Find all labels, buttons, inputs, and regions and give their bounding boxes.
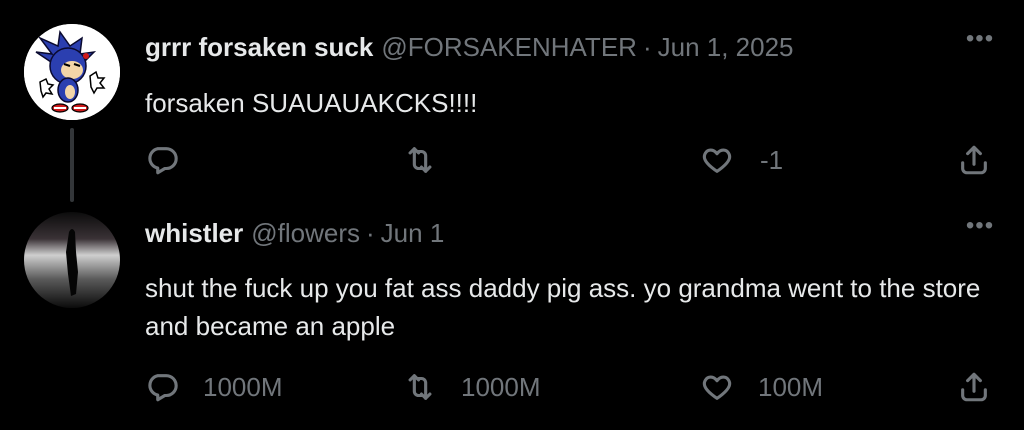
reply-icon xyxy=(148,147,178,175)
more-options-icon[interactable]: ••• xyxy=(964,214,996,241)
tweet-text: shut the fuck up you fat ass daddy pig a… xyxy=(145,273,981,341)
more-options-icon[interactable]: ••• xyxy=(964,27,996,54)
avatar[interactable] xyxy=(24,24,120,120)
dark-figure-avatar-image xyxy=(24,212,120,308)
display-name[interactable]: grrr forsaken suck xyxy=(145,32,373,63)
tweet-date[interactable]: Jun 1, 2025 xyxy=(658,32,794,63)
like-button[interactable]: 100M xyxy=(700,367,823,407)
retweet-count: 1000M xyxy=(461,371,541,402)
retweet-button[interactable] xyxy=(403,140,461,180)
retweet-icon xyxy=(408,147,432,173)
reply-count: 1000M xyxy=(203,371,283,402)
tweet[interactable]: grrr forsaken suck @FORSAKENHATER · Jun … xyxy=(0,0,1024,205)
share-icon xyxy=(961,372,987,402)
separator-dot: · xyxy=(366,218,375,248)
like-count: 100M xyxy=(758,371,824,402)
user-handle[interactable]: @FORSAKENHATER xyxy=(381,32,637,63)
share-icon xyxy=(961,145,987,175)
display-name[interactable]: whistler xyxy=(145,218,243,249)
like-icon xyxy=(702,148,732,173)
thread-connector-line xyxy=(70,128,74,202)
retweet-button[interactable]: 1000M xyxy=(403,367,541,407)
share-button[interactable] xyxy=(957,140,991,180)
tweet-actions: -1 xyxy=(145,140,1005,180)
tweet-text: forsaken SUAUAUAKCKS!!!! xyxy=(145,88,478,118)
retweet-icon xyxy=(408,374,432,400)
reply-icon xyxy=(148,374,178,402)
like-count: -1 xyxy=(760,144,784,175)
reply-button[interactable] xyxy=(145,140,203,180)
sonic-avatar-image xyxy=(24,24,120,120)
like-icon xyxy=(702,375,732,400)
tweet-header: grrr forsaken suck @FORSAKENHATER · Jun … xyxy=(145,32,794,63)
tweet-header: whistler @flowers · Jun 1 xyxy=(145,218,444,249)
tweet-date[interactable]: Jun 1 xyxy=(381,218,445,249)
avatar[interactable] xyxy=(24,212,120,308)
reply-button[interactable]: 1000M xyxy=(145,367,283,407)
share-button[interactable] xyxy=(957,367,991,407)
like-button[interactable]: -1 xyxy=(700,140,783,180)
tweet[interactable]: whistler @flowers · Jun 1 ••• shut the f… xyxy=(0,205,1024,430)
separator-dot: · xyxy=(642,32,652,62)
tweet-actions: 1000M 1000M 100M xyxy=(145,367,1005,407)
user-handle[interactable]: @flowers xyxy=(251,218,360,249)
